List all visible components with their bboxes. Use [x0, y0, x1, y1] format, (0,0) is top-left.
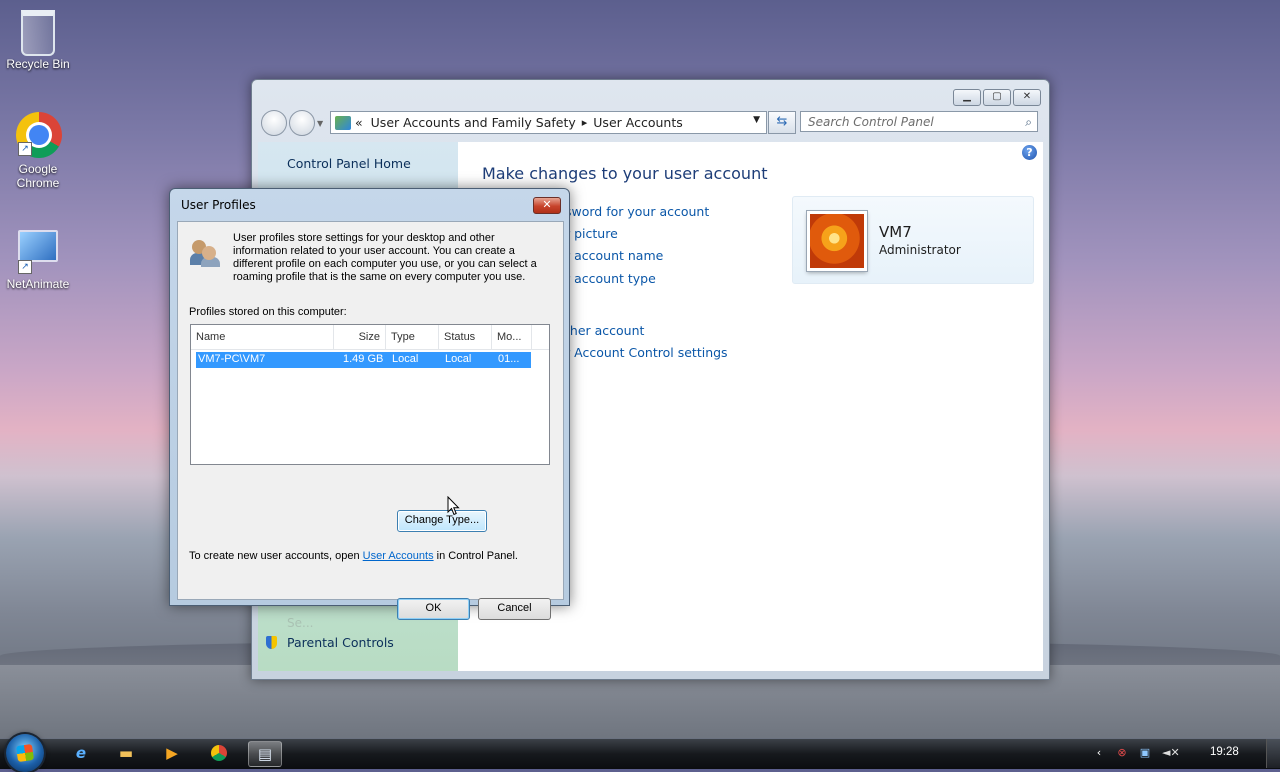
control-panel-icon — [335, 115, 351, 130]
window-controls: ▁ ▢ ✕ — [953, 89, 1041, 106]
link-change-account-name[interactable]: r account name — [565, 248, 663, 263]
column-header-name[interactable]: Name — [191, 325, 334, 349]
user-accounts-link[interactable]: User Accounts — [363, 550, 434, 562]
sidebar-item-see-also: Se... — [287, 616, 314, 630]
note-suffix: in Control Panel. — [433, 550, 518, 562]
users-icon — [190, 236, 220, 267]
search-icon[interactable]: ⌕ — [1025, 112, 1032, 133]
breadcrumb-separator[interactable]: ▸ — [582, 116, 588, 129]
desktop-icon-label: Recycle Bin — [6, 57, 70, 71]
recycle-bin-icon — [16, 10, 60, 56]
user-role: Administrator — [879, 243, 961, 257]
folder-icon[interactable]: ▬ — [110, 741, 142, 765]
netanimate-icon: ↗ — [16, 230, 60, 274]
desktop-icon-netanimate[interactable]: ↗ NetAnimate — [0, 222, 76, 291]
page-title: Make changes to your user account — [482, 164, 768, 183]
dialog-title: User Profiles — [181, 198, 256, 212]
close-button[interactable]: ✕ — [1013, 89, 1041, 106]
sidebar-item-control-panel-home[interactable]: Control Panel Home — [287, 156, 411, 171]
user-name: VM7 — [879, 223, 912, 241]
avatar — [807, 211, 867, 271]
network-icon[interactable]: ▣ — [1138, 746, 1152, 760]
desktop-icon-recycle-bin[interactable]: Recycle Bin — [0, 6, 76, 71]
refresh-button[interactable]: ⇆ — [768, 111, 796, 134]
address-dropdown-icon[interactable]: ▼ — [753, 115, 760, 125]
taskbar — [0, 738, 1280, 769]
link-uac-settings[interactable]: r Account Control settings — [565, 345, 728, 360]
volume-muted-icon[interactable]: ◄✕ — [1162, 746, 1180, 760]
shield-icon — [266, 636, 277, 649]
dialog-body: User profiles store settings for your de… — [177, 221, 564, 620]
change-type-button[interactable]: Change Type... — [397, 510, 487, 532]
help-icon[interactable]: ? — [1022, 145, 1037, 160]
breadcrumb-overflow[interactable]: « — [355, 115, 363, 130]
chrome-icon[interactable] — [203, 741, 235, 765]
column-header-size[interactable]: Size — [334, 325, 386, 349]
recent-pages-chevron-icon[interactable]: ▼ — [317, 119, 323, 128]
clock[interactable]: 19:28 — [1210, 746, 1239, 758]
cell-modified: 01... — [498, 353, 520, 365]
profiles-list[interactable]: Name Size Type Status Mo... VM7-PC\VM7 1… — [190, 324, 550, 465]
breadcrumb-user-accounts[interactable]: User Accounts — [593, 115, 682, 130]
cell-status: Local — [445, 353, 472, 365]
desktop-icon-label: NetAnimate — [6, 277, 70, 291]
sidebar-item-parental-controls[interactable]: Parental Controls — [287, 635, 394, 650]
desktop-icon-label: Google Chrome — [16, 162, 60, 190]
security-alert-icon[interactable]: ⊗ — [1115, 746, 1129, 760]
note-prefix: To create new user accounts, open — [189, 550, 363, 562]
maximize-button[interactable]: ▢ — [983, 89, 1011, 106]
column-header-type[interactable]: Type — [386, 325, 439, 349]
desktop-icon-google-chrome[interactable]: ↗ Google Chrome — [0, 112, 76, 190]
minimize-button[interactable]: ▁ — [953, 89, 981, 106]
create-accounts-note: To create new user accounts, open User A… — [189, 550, 518, 562]
ok-button[interactable]: OK — [397, 598, 470, 620]
link-change-picture[interactable]: r picture — [565, 226, 618, 241]
chrome-icon: ↗ — [16, 112, 62, 158]
search-placeholder: Search Control Panel — [808, 115, 934, 129]
cancel-button[interactable]: Cancel — [478, 598, 551, 620]
media-player-icon[interactable]: ▶ — [156, 741, 188, 765]
cell-name: VM7-PC\VM7 — [198, 353, 266, 365]
cell-size: 1.49 GB — [343, 353, 384, 365]
search-input[interactable]: Search Control Panel ⌕ — [800, 111, 1038, 132]
user-account-card: VM7 Administrator — [792, 196, 1034, 284]
profiles-list-label: Profiles stored on this computer: — [189, 306, 347, 318]
dialog-close-button[interactable]: ✕ — [533, 197, 561, 214]
link-change-account-type[interactable]: r account type — [565, 271, 656, 286]
internet-explorer-icon[interactable]: e — [65, 741, 97, 765]
cell-type: Local — [392, 353, 419, 365]
link-change-password[interactable]: sword for your account — [565, 204, 709, 219]
forward-button[interactable] — [289, 110, 315, 136]
show-desktop-button[interactable] — [1266, 739, 1280, 768]
column-header-modified[interactable]: Mo... — [492, 325, 532, 349]
control-panel-icon[interactable]: ▤ — [248, 741, 282, 767]
breadcrumb-user-accounts-family-safety[interactable]: User Accounts and Family Safety — [371, 115, 576, 130]
table-row[interactable]: VM7-PC\VM7 1.49 GB Local Local 01... — [196, 352, 531, 368]
user-profiles-dialog: User Profiles ✕ User profiles store sett… — [169, 188, 570, 620]
address-bar[interactable]: « User Accounts and Family Safety ▸ User… — [330, 111, 767, 134]
dialog-description: User profiles store settings for your de… — [233, 232, 537, 283]
link-manage-another-account[interactable]: ther account — [565, 323, 644, 338]
back-button[interactable] — [261, 110, 287, 136]
show-hidden-icons-chevron-icon[interactable]: ‹ — [1092, 746, 1106, 760]
start-button[interactable] — [6, 734, 44, 772]
column-header-status[interactable]: Status — [439, 325, 492, 349]
